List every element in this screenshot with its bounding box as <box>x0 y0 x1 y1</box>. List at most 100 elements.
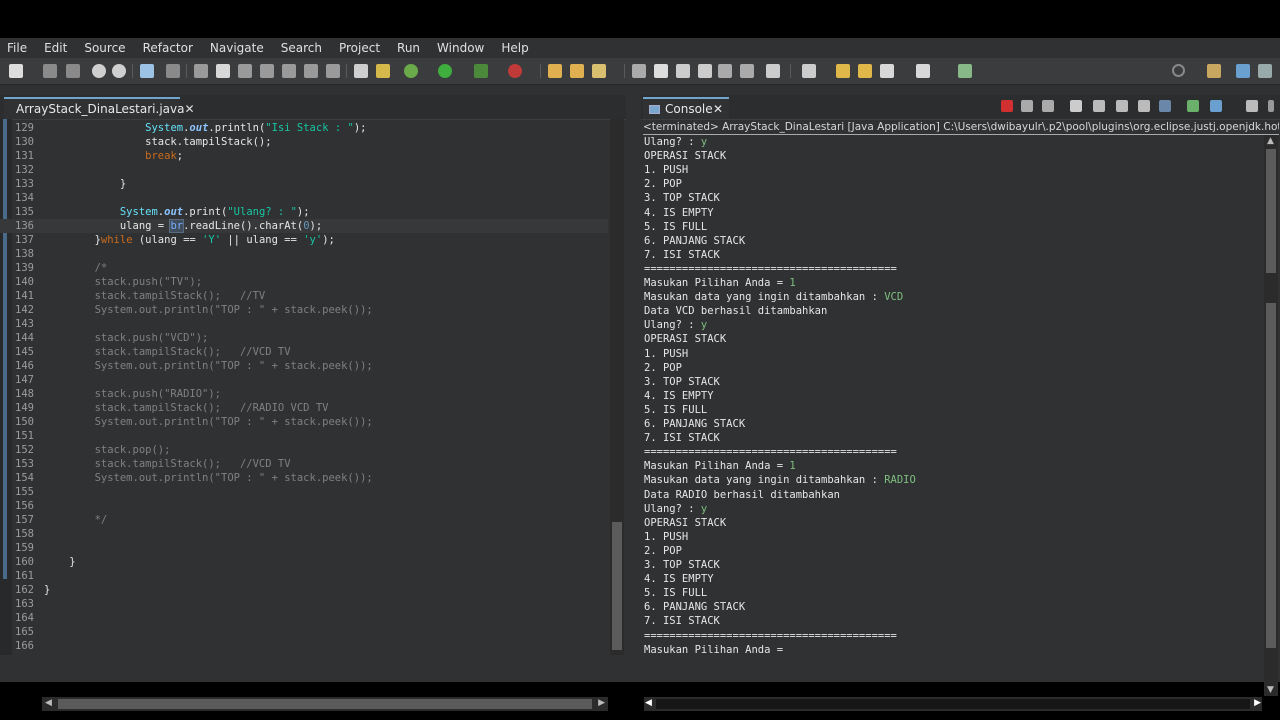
code-line[interactable]: 142 System.out.println("TOP : " + stack.… <box>0 303 608 317</box>
code-line[interactable]: 161 <box>0 569 608 583</box>
scrollbar-thumb[interactable] <box>656 699 1250 709</box>
console-horizontal-scrollbar[interactable]: ◀ ▶ <box>644 697 1262 711</box>
new-class-icon[interactable] <box>592 64 606 78</box>
code-line[interactable]: 148 stack.push("RADIO"); <box>0 387 608 401</box>
menu-edit[interactable]: Edit <box>37 41 67 55</box>
code-line[interactable]: 163 <box>0 597 608 611</box>
new-java-project-icon[interactable] <box>548 64 562 78</box>
code-line[interactable]: 147 <box>0 373 608 387</box>
code-line[interactable]: 149 stack.tampilStack(); //RADIO VCD TV <box>0 401 608 415</box>
search-toolbar-icon[interactable] <box>654 64 668 78</box>
code-area[interactable]: 129 System.out.println("Isi Stack : "); 1… <box>0 119 608 655</box>
code-line[interactable]: 130 stack.tampilStack(); <box>0 135 608 149</box>
show-whitespace-icon[interactable] <box>740 64 754 78</box>
terminate-icon[interactable] <box>1001 100 1013 112</box>
editor-tab[interactable]: ArrayStack_DinaLestari.java ✕ <box>4 97 195 119</box>
scroll-down-icon[interactable]: ▼ <box>1267 685 1274 695</box>
open-type-icon[interactable] <box>632 64 646 78</box>
code-line[interactable]: 134 <box>0 191 608 205</box>
view-menu-icon[interactable] <box>1268 100 1274 112</box>
code-line[interactable]: 143 <box>0 317 608 331</box>
code-line[interactable]: 158 <box>0 527 608 541</box>
toggle-breadcrumb-icon[interactable] <box>698 64 712 78</box>
coverage-icon[interactable] <box>354 64 368 78</box>
scroll-right-icon[interactable]: ▶ <box>1254 698 1261 708</box>
back-icon[interactable] <box>836 64 850 78</box>
console-output[interactable]: Ulang? : y OPERASI STACK 1. PUSH 2. POP 3. T… <box>644 135 1262 665</box>
save-all-icon[interactable] <box>66 64 80 78</box>
show-on-output-icon[interactable] <box>1138 100 1150 112</box>
menu-file[interactable]: File <box>0 41 27 55</box>
save-icon[interactable] <box>43 64 57 78</box>
step-into-icon[interactable] <box>282 64 296 78</box>
code-line[interactable]: 140 stack.push("TV"); <box>0 275 608 289</box>
skip-breakpoints-icon[interactable] <box>166 64 180 78</box>
code-line[interactable]: 153 stack.tampilStack(); //VCD TV <box>0 457 608 471</box>
perspective-java-icon[interactable] <box>1236 64 1250 78</box>
perspective-debug-icon[interactable] <box>1258 64 1272 78</box>
show-on-error-icon[interactable] <box>1159 100 1171 112</box>
scrollbar-thumb[interactable] <box>1266 149 1276 273</box>
code-line[interactable]: 164 <box>0 611 608 625</box>
open-task-icon[interactable] <box>676 64 690 78</box>
step-over-icon[interactable] <box>304 64 318 78</box>
forward-icon[interactable] <box>858 64 872 78</box>
open-console-icon[interactable] <box>1246 100 1258 112</box>
menu-navigate[interactable]: Navigate <box>203 41 264 55</box>
code-line[interactable]: 129 System.out.println("Isi Stack : "); <box>0 121 608 135</box>
undo-icon[interactable] <box>92 64 106 78</box>
terminal-icon[interactable] <box>140 64 154 78</box>
menu-refactor[interactable]: Refactor <box>136 41 193 55</box>
code-line[interactable]: 159 <box>0 541 608 555</box>
code-line[interactable]: 137 }while (ulang == 'Y' || ulang == 'y'… <box>0 233 608 247</box>
pin-icon[interactable] <box>802 64 816 78</box>
code-line[interactable]: 136 ulang = br.readLine().charAt(0); <box>0 219 608 233</box>
disconnect-icon[interactable] <box>260 64 274 78</box>
open-perspective-icon[interactable] <box>958 64 972 78</box>
perspective-java-ee-icon[interactable] <box>1207 64 1221 78</box>
new-file-icon[interactable] <box>9 64 23 78</box>
code-line[interactable]: 156 <box>0 499 608 513</box>
scroll-up-icon[interactable]: ▲ <box>1267 136 1274 146</box>
code-line[interactable]: 135 System.out.print("Ulang? : "); <box>0 205 608 219</box>
filter-icon[interactable] <box>376 64 390 78</box>
code-line[interactable]: 154 System.out.println("TOP : " + stack.… <box>0 471 608 485</box>
step-return-icon[interactable] <box>326 64 340 78</box>
search-icon[interactable] <box>1172 64 1185 77</box>
toggle-mark-occurrences-icon[interactable] <box>766 64 780 78</box>
code-line[interactable]: 146 System.out.println("TOP : " + stack.… <box>0 359 608 373</box>
scroll-lock-icon[interactable] <box>1093 100 1105 112</box>
code-line[interactable]: 157 */ <box>0 513 608 527</box>
code-line[interactable]: 138 <box>0 247 608 261</box>
scrollbar-thumb[interactable] <box>58 699 592 709</box>
word-wrap-icon[interactable] <box>1116 100 1128 112</box>
debug-icon[interactable] <box>404 64 418 78</box>
code-line[interactable]: 155 <box>0 485 608 499</box>
code-line[interactable]: 152 stack.pop(); <box>0 443 608 457</box>
editor-vertical-scrollbar[interactable] <box>610 119 624 655</box>
scroll-left-icon[interactable]: ◀ <box>45 698 52 708</box>
scrollbar-thumb[interactable] <box>612 522 622 650</box>
previous-edit-icon[interactable] <box>880 64 894 78</box>
console-tab[interactable]: Console ✕ <box>643 97 729 119</box>
clear-console-icon[interactable] <box>1070 100 1082 112</box>
next-edit-icon[interactable] <box>916 64 930 78</box>
menu-source[interactable]: Source <box>77 41 125 55</box>
menu-run[interactable]: Run <box>390 41 420 55</box>
code-line[interactable]: 133 } <box>0 177 608 191</box>
code-line[interactable]: 165 <box>0 625 608 639</box>
suspend-icon[interactable] <box>216 64 230 78</box>
close-icon[interactable]: ✕ <box>184 102 194 116</box>
menu-search[interactable]: Search <box>274 41 322 55</box>
display-console-icon[interactable] <box>1210 100 1222 112</box>
menu-help[interactable]: Help <box>494 41 528 55</box>
external-tools-icon[interactable] <box>508 64 522 78</box>
editor-horizontal-scrollbar[interactable]: ◀ ▶ <box>42 697 608 711</box>
resume-icon[interactable] <box>194 64 208 78</box>
menu-window[interactable]: Window <box>430 41 484 55</box>
toggle-block-selection-icon[interactable] <box>718 64 732 78</box>
code-line[interactable]: 144 stack.push("VCD"); <box>0 331 608 345</box>
code-line[interactable]: 141 stack.tampilStack(); //TV <box>0 289 608 303</box>
remove-all-terminated-icon[interactable] <box>1042 100 1054 112</box>
remove-launch-icon[interactable] <box>1021 100 1033 112</box>
